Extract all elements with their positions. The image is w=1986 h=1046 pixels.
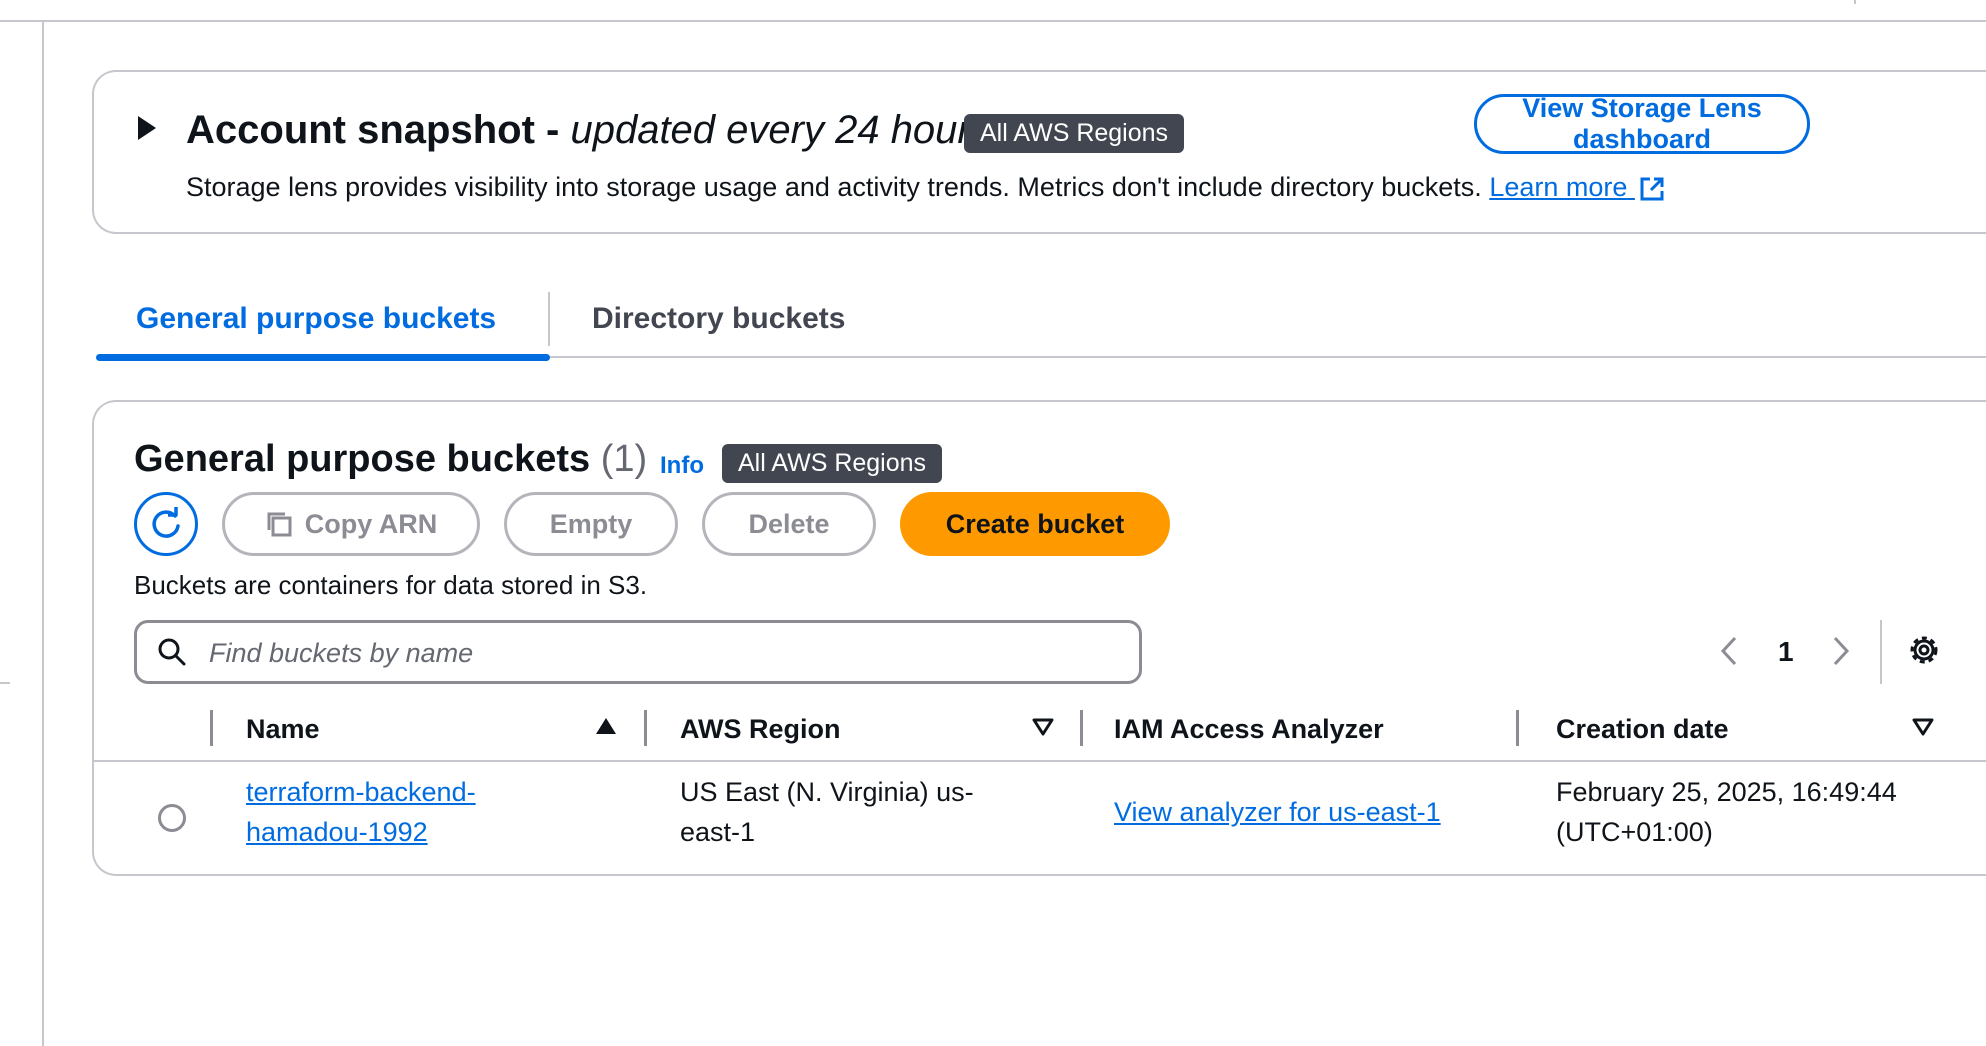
row-select-radio[interactable] — [158, 804, 186, 832]
info-link[interactable]: Info — [660, 452, 704, 480]
snapshot-title[interactable]: Account snapshot - updated every 24 hour… — [186, 108, 991, 153]
tab-directory-buckets[interactable]: Directory buckets — [592, 302, 845, 336]
tab-divider — [548, 292, 550, 346]
bucket-actions: Copy ARN Empty Delete Create bucket — [134, 492, 1334, 556]
side-nav-tick — [0, 682, 10, 684]
tabs-baseline — [550, 356, 1986, 358]
view-storage-lens-button[interactable]: View Storage Lens dashboard — [1474, 93, 1810, 154]
bucket-name-link[interactable]: terraform-backend-hamadou-1992 — [246, 772, 526, 852]
search-field[interactable] — [134, 620, 1142, 684]
column-header-creation-date[interactable]: Creation date — [1556, 714, 1729, 745]
search-icon — [158, 638, 186, 666]
side-nav-border — [42, 20, 44, 1046]
column-separator[interactable] — [1080, 710, 1083, 746]
bucket-region: US East (N. Virginia) us-east-1 — [680, 777, 974, 847]
buckets-count: (1) — [600, 438, 648, 480]
sort-descending-icon[interactable] — [1912, 718, 1934, 736]
refresh-icon — [152, 507, 180, 538]
bucket-creation-date: February 25, 2025, 16:49:44 (UTC+01:00) — [1556, 777, 1897, 847]
copy-arn-button[interactable]: Copy ARN — [222, 492, 480, 556]
snapshot-description: Storage lens provides visibility into st… — [186, 172, 1665, 203]
refresh-button[interactable] — [134, 492, 198, 556]
buckets-heading: General purpose buckets (1) — [134, 438, 647, 481]
tab-general-purpose-buckets[interactable]: General purpose buckets — [136, 302, 496, 336]
pager-divider — [1880, 620, 1882, 684]
region-badge: All AWS Regions — [964, 114, 1185, 153]
table-header-border — [94, 760, 1986, 762]
gear-icon[interactable] — [1904, 630, 1944, 670]
buckets-description: Buckets are containers for data stored i… — [134, 570, 648, 600]
sort-descending-icon[interactable] — [1032, 718, 1054, 736]
external-link-icon — [1640, 177, 1664, 201]
sort-ascending-icon[interactable] — [596, 718, 616, 734]
column-header-region[interactable]: AWS Region — [680, 714, 841, 745]
copy-arn-label: Copy ARN — [304, 508, 438, 539]
bucket-type-tabs: General purpose buckets Directory bucket… — [96, 290, 1986, 366]
snapshot-description-text: Storage lens provides visibility into st… — [186, 172, 1482, 202]
chevron-right-icon[interactable] — [1830, 634, 1852, 668]
active-tab-indicator — [96, 354, 550, 361]
snapshot-title-italic: updated every 24 hours — [570, 108, 991, 152]
view-analyzer-link[interactable]: View analyzer for us-east-1 — [1114, 792, 1441, 832]
top-border-tick — [1854, 0, 1856, 4]
learn-more-label: Learn more — [1489, 172, 1628, 202]
search-input[interactable] — [207, 633, 1111, 673]
empty-button[interactable]: Empty — [504, 492, 678, 556]
page-number[interactable]: 1 — [1778, 636, 1794, 668]
region-badge: All AWS Regions — [722, 444, 943, 483]
delete-button[interactable]: Delete — [702, 492, 876, 556]
table-row: terraform-backend-hamadou-1992 US East (… — [94, 764, 1986, 864]
top-border — [0, 20, 1986, 22]
general-purpose-buckets-panel: General purpose buckets (1) Info All AWS… — [92, 400, 1986, 876]
create-bucket-button[interactable]: Create bucket — [900, 492, 1170, 556]
copy-icon — [267, 512, 292, 537]
learn-more-link[interactable]: Learn more — [1489, 172, 1665, 202]
buckets-heading-text: General purpose buckets — [134, 438, 591, 480]
column-header-iam[interactable]: IAM Access Analyzer — [1114, 714, 1384, 745]
snapshot-title-main: Account snapshot - — [186, 108, 571, 152]
caret-right-icon[interactable] — [138, 116, 156, 140]
column-header-name[interactable]: Name — [246, 714, 320, 745]
column-separator[interactable] — [644, 710, 647, 746]
column-separator — [210, 710, 213, 746]
account-snapshot-panel: Account snapshot - updated every 24 hour… — [92, 70, 1986, 234]
chevron-left-icon[interactable] — [1718, 634, 1740, 668]
column-separator[interactable] — [1516, 710, 1519, 746]
table-header: Name AWS Region IAM Access Analyzer Crea… — [94, 702, 1986, 762]
